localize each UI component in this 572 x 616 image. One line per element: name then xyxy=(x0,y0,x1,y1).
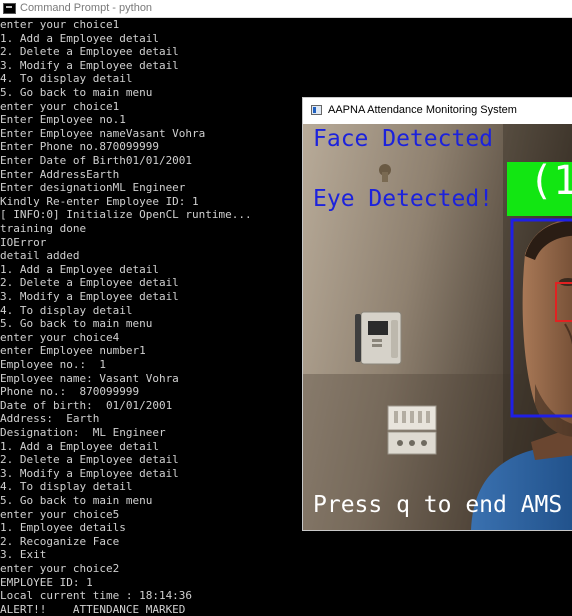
console-line: Designation: ML Engineer xyxy=(0,426,166,439)
attendance-window-titlebar[interactable]: AAPNA Attendance Monitoring System xyxy=(303,98,572,124)
console-line: 3. Exit xyxy=(0,548,47,562)
console-line: enter your choice2 xyxy=(0,562,120,575)
console-line: Enter Employee nameVasant Vohra xyxy=(0,126,206,140)
attendance-window[interactable]: AAPNA Attendance Monitoring System Face … xyxy=(302,97,572,531)
console-line: EMPLOYEE ID: 1 xyxy=(0,575,93,589)
console-line: 5. Go back to main menu xyxy=(0,494,153,507)
console-line: Address: Earth xyxy=(0,412,100,426)
exit-instruction: Press q to end AMS xyxy=(313,492,563,518)
console-titlebar[interactable]: Command Prompt - python xyxy=(0,0,572,18)
face-detected-label: Face Detected xyxy=(313,126,494,152)
console-line: Enter Phone no.870099999 xyxy=(0,140,159,154)
console-line: enter your choice5 xyxy=(0,507,120,521)
console-line: enter your choice1 xyxy=(0,99,120,113)
console-line: 3. Modify a Employee detail xyxy=(0,58,179,72)
switch-board xyxy=(387,405,437,455)
console-line: 5. Go back to main menu xyxy=(0,317,153,331)
console-line: 1. Employee details xyxy=(0,521,126,535)
console-line: 4. To display detail xyxy=(0,72,133,86)
console-line: 4. To display detail xyxy=(0,303,133,317)
console-line: Enter Date of Birth01/01/2001 xyxy=(0,154,193,167)
console-line: enter your choice1 xyxy=(0,18,120,31)
camera-feed: Face Detected Eye Detected! (1 Press q t… xyxy=(303,124,572,530)
console-line: detail added xyxy=(0,249,80,263)
console-line: 2. Recoganize Face xyxy=(0,534,120,548)
app-window-icon xyxy=(311,105,322,115)
console-line: Enter designationML Engineer xyxy=(0,181,186,195)
console-line: ALERT!! ATTENDANCE MARKED xyxy=(0,602,186,616)
intercom-device xyxy=(355,311,402,365)
console-line: Employee no.: 1 xyxy=(0,358,106,371)
console-window-title: Command Prompt - python xyxy=(20,2,153,14)
console-line: Phone no.: 870099999 xyxy=(0,385,140,399)
console-line: training done xyxy=(0,222,87,235)
console-line: [ INFO:0] Initialize OpenCL runtime... xyxy=(0,208,252,222)
console-line: IOError xyxy=(0,235,47,249)
counter-label: (1 xyxy=(529,158,572,204)
console-line: Enter AddressEarth xyxy=(0,167,120,181)
console-line: 3. Modify a Employee detail xyxy=(0,466,179,480)
console-line: 2. Delete a Employee detail xyxy=(0,276,179,290)
console-line: Date of birth: 01/01/2001 xyxy=(0,398,173,412)
attendance-window-title: AAPNA Attendance Monitoring System xyxy=(328,104,517,116)
console-line: Employee name: Vasant Vohra xyxy=(0,371,179,385)
console-line: 1. Add a Employee detail xyxy=(0,439,159,453)
console-line: Local current time : 18:14:36 xyxy=(0,589,193,603)
command-prompt-icon xyxy=(3,3,16,14)
console-line: enter Employee number1 xyxy=(0,344,146,358)
eye-detected-label: Eye Detected! xyxy=(313,186,494,212)
console-line: 1. Add a Employee detail xyxy=(0,31,159,45)
console-line: 1. Add a Employee detail xyxy=(0,262,159,276)
console-line: Kindly Re-enter Employee ID: 1 xyxy=(0,194,199,208)
console-line: 2. Delete a Employee detail xyxy=(0,45,179,59)
console-line: 3. Modify a Employee detail xyxy=(0,290,179,303)
console-line: Enter Employee no.1 xyxy=(0,113,126,127)
console-line: enter your choice4 xyxy=(0,330,120,344)
console-line: 5. Go back to main menu xyxy=(0,86,153,99)
console-line: 2. Delete a Employee detail xyxy=(0,453,179,467)
console-line: 4. To display detail xyxy=(0,480,133,494)
